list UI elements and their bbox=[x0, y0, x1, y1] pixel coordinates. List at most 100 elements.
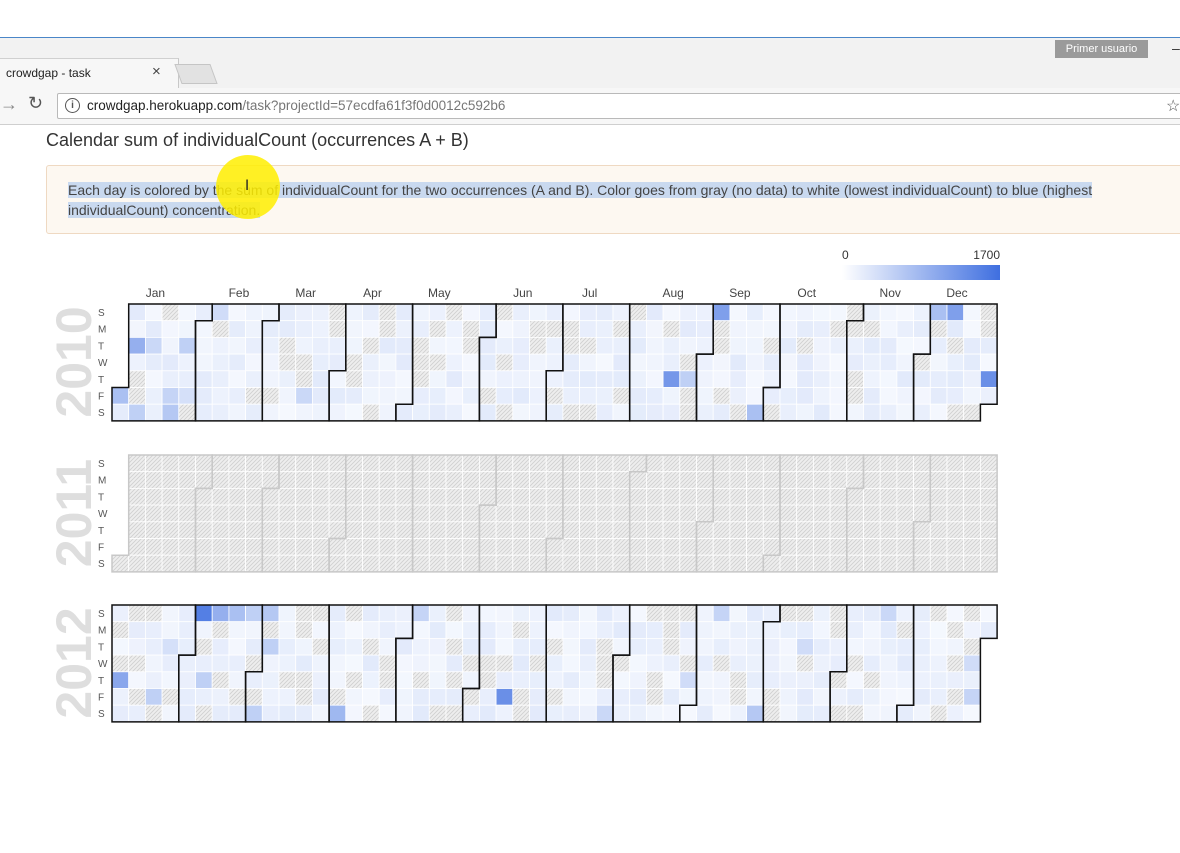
day-cell[interactable] bbox=[261, 303, 280, 322]
day-cell[interactable] bbox=[478, 454, 497, 473]
day-cell[interactable] bbox=[863, 471, 881, 489]
day-cell[interactable] bbox=[512, 370, 530, 388]
day-cell[interactable] bbox=[746, 454, 764, 473]
day-cell[interactable] bbox=[245, 454, 263, 473]
day-cell[interactable] bbox=[211, 387, 230, 405]
day-cell[interactable] bbox=[412, 487, 430, 506]
day-cell[interactable] bbox=[762, 471, 781, 489]
day-cell[interactable] bbox=[128, 454, 146, 473]
day-cell[interactable] bbox=[428, 654, 447, 673]
day-cell[interactable] bbox=[913, 303, 931, 322]
day-cell[interactable] bbox=[362, 353, 380, 372]
day-cell[interactable] bbox=[579, 604, 597, 623]
day-cell[interactable] bbox=[779, 403, 798, 422]
day-cell[interactable] bbox=[629, 320, 647, 338]
day-cell[interactable] bbox=[813, 704, 831, 723]
day-cell[interactable] bbox=[796, 538, 814, 556]
day-cell[interactable] bbox=[311, 370, 330, 388]
day-cell[interactable] bbox=[696, 370, 714, 388]
day-cell[interactable] bbox=[595, 654, 614, 673]
day-cell[interactable] bbox=[612, 538, 631, 556]
day-cell[interactable] bbox=[963, 403, 981, 422]
day-cell[interactable] bbox=[328, 604, 347, 623]
day-cell[interactable] bbox=[662, 538, 681, 556]
day-cell[interactable] bbox=[879, 387, 898, 405]
day-cell[interactable] bbox=[746, 504, 764, 523]
day-cell[interactable] bbox=[746, 387, 764, 405]
day-cell[interactable] bbox=[796, 336, 814, 355]
day-cell[interactable] bbox=[846, 504, 864, 523]
day-cell[interactable] bbox=[311, 554, 330, 573]
day-cell[interactable] bbox=[245, 554, 263, 573]
day-cell[interactable] bbox=[178, 621, 196, 639]
day-cell[interactable] bbox=[428, 554, 447, 573]
day-cell[interactable] bbox=[195, 638, 213, 656]
day-cell[interactable] bbox=[144, 336, 163, 355]
day-cell[interactable] bbox=[261, 554, 280, 573]
day-cell[interactable] bbox=[980, 336, 998, 355]
day-cell[interactable] bbox=[579, 688, 597, 706]
day-cell[interactable] bbox=[679, 638, 697, 656]
day-cell[interactable] bbox=[378, 454, 397, 473]
day-cell[interactable] bbox=[796, 688, 814, 706]
day-cell[interactable] bbox=[111, 604, 130, 623]
day-cell[interactable] bbox=[161, 403, 180, 422]
day-cell[interactable] bbox=[412, 521, 430, 539]
day-cell[interactable] bbox=[829, 521, 848, 539]
day-cell[interactable] bbox=[495, 554, 514, 573]
day-cell[interactable] bbox=[161, 336, 180, 355]
day-cell[interactable] bbox=[228, 370, 246, 388]
day-cell[interactable] bbox=[762, 654, 781, 673]
day-cell[interactable] bbox=[913, 621, 931, 639]
day-cell[interactable] bbox=[228, 704, 246, 723]
day-cell[interactable] bbox=[946, 604, 965, 623]
day-cell[interactable] bbox=[662, 403, 681, 422]
day-cell[interactable] bbox=[595, 521, 614, 539]
day-cell[interactable] bbox=[362, 454, 380, 473]
day-cell[interactable] bbox=[412, 504, 430, 523]
day-cell[interactable] bbox=[462, 704, 480, 723]
day-cell[interactable] bbox=[278, 654, 297, 673]
day-cell[interactable] bbox=[946, 554, 965, 573]
day-cell[interactable] bbox=[679, 554, 697, 573]
day-cell[interactable] bbox=[529, 487, 547, 506]
day-cell[interactable] bbox=[311, 671, 330, 689]
day-cell[interactable] bbox=[896, 303, 915, 322]
day-cell[interactable] bbox=[712, 604, 731, 623]
day-cell[interactable] bbox=[462, 370, 480, 388]
day-cell[interactable] bbox=[362, 487, 380, 506]
day-cell[interactable] bbox=[863, 353, 881, 372]
day-cell[interactable] bbox=[829, 387, 848, 405]
day-cell[interactable] bbox=[579, 671, 597, 689]
day-cell[interactable] bbox=[412, 604, 430, 623]
day-cell[interactable] bbox=[228, 604, 246, 623]
day-cell[interactable] bbox=[478, 471, 497, 489]
day-cell[interactable] bbox=[813, 538, 831, 556]
day-cell[interactable] bbox=[729, 454, 748, 473]
day-cell[interactable] bbox=[512, 604, 530, 623]
day-cell[interactable] bbox=[612, 370, 631, 388]
day-cell[interactable] bbox=[712, 538, 731, 556]
day-cell[interactable] bbox=[796, 370, 814, 388]
day-cell[interactable] bbox=[495, 521, 514, 539]
day-cell[interactable] bbox=[128, 538, 146, 556]
day-cell[interactable] bbox=[662, 521, 681, 539]
day-cell[interactable] bbox=[195, 704, 213, 723]
day-cell[interactable] bbox=[428, 521, 447, 539]
day-cell[interactable] bbox=[428, 303, 447, 322]
day-cell[interactable] bbox=[746, 671, 764, 689]
day-cell[interactable] bbox=[829, 504, 848, 523]
day-cell[interactable] bbox=[228, 387, 246, 405]
day-cell[interactable] bbox=[178, 604, 196, 623]
day-cell[interactable] bbox=[328, 471, 347, 489]
day-cell[interactable] bbox=[646, 554, 664, 573]
day-cell[interactable] bbox=[495, 654, 514, 673]
day-cell[interactable] bbox=[980, 320, 998, 338]
day-cell[interactable] bbox=[378, 688, 397, 706]
day-cell[interactable] bbox=[929, 336, 948, 355]
day-cell[interactable] bbox=[295, 471, 313, 489]
day-cell[interactable] bbox=[662, 604, 681, 623]
day-cell[interactable] bbox=[378, 521, 397, 539]
day-cell[interactable] bbox=[712, 487, 731, 506]
day-cell[interactable] bbox=[646, 538, 664, 556]
